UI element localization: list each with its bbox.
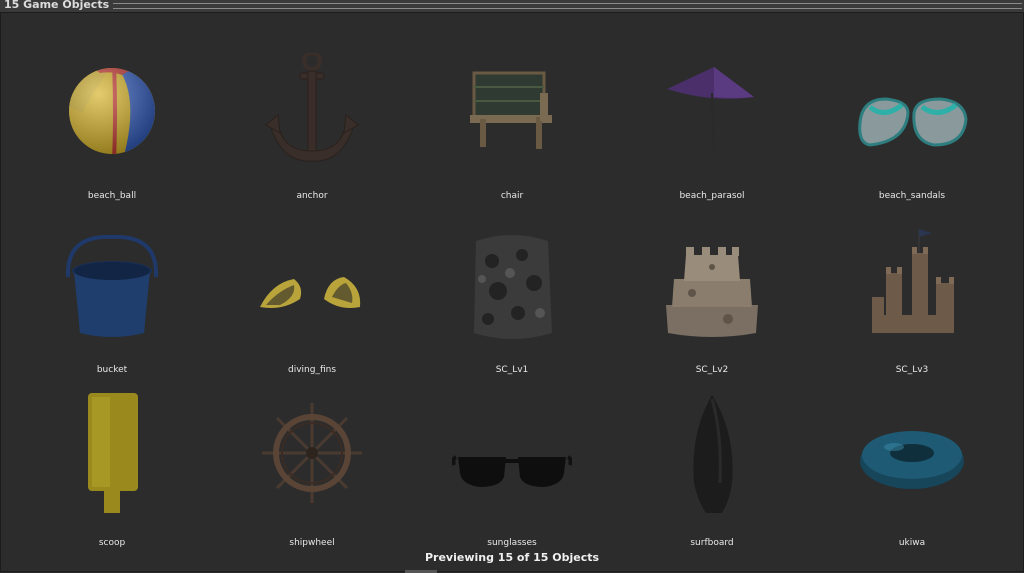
object-tile-ukiwa[interactable]: ukiwa (832, 393, 992, 563)
swim-ring-icon (860, 431, 964, 489)
object-tile-anchor[interactable]: anchor (232, 53, 392, 223)
fins-icon (260, 277, 361, 308)
preview-grid: beach_ball anchor chair beach_parasol be… (0, 12, 1024, 572)
bucket-icon (65, 234, 159, 337)
object-label: SC_Lv1 (495, 365, 529, 375)
parasol-icon (667, 67, 754, 156)
preview-status: Previewing 15 of 15 Objects (424, 551, 600, 564)
object-label: beach_ball (87, 191, 137, 201)
sandals-icon (858, 97, 968, 147)
sunglasses-icon (452, 455, 572, 487)
beach-ball-icon (69, 68, 155, 154)
object-label: ukiwa (898, 538, 926, 548)
object-tile-sc-lv2[interactable]: SC_Lv2 (632, 227, 792, 397)
object-label: sunglasses (487, 538, 537, 548)
object-tile-scoop[interactable]: scoop (32, 393, 192, 563)
object-label: chair (500, 191, 524, 201)
object-tile-chair[interactable]: chair (432, 53, 592, 223)
anchor-icon (265, 53, 359, 162)
object-tile-beach-parasol[interactable]: beach_parasol (632, 53, 792, 223)
object-label: beach_sandals (878, 191, 946, 201)
object-tile-shipwheel[interactable]: shipwheel (232, 393, 392, 563)
sandcastle-lv1-icon (474, 235, 552, 339)
chair-icon (470, 71, 552, 149)
object-tile-sc-lv3[interactable]: SC_Lv3 (832, 227, 992, 397)
titlebar-rule (104, 3, 1022, 9)
object-label: scoop (98, 538, 126, 548)
object-label: beach_parasol (679, 191, 745, 201)
window-titlebar[interactable]: 15 Game Objects (0, 0, 1024, 12)
sandcastle-lv3-icon (872, 229, 954, 333)
object-tile-sc-lv1[interactable]: SC_Lv1 (432, 227, 592, 397)
object-tile-surfboard[interactable]: surfboard (632, 393, 792, 563)
object-label: bucket (96, 365, 128, 375)
object-label: diving_fins (287, 365, 337, 375)
object-label: surfboard (690, 538, 734, 548)
window-title: 15 Game Objects (4, 0, 114, 11)
shipwheel-icon (262, 403, 362, 503)
object-tile-beach-ball[interactable]: beach_ball (32, 53, 192, 223)
surfboard-icon (693, 395, 733, 513)
scoop-icon (88, 393, 138, 513)
object-label: shipwheel (289, 538, 335, 548)
object-label: SC_Lv3 (895, 365, 929, 375)
object-label: anchor (296, 191, 328, 201)
object-tile-sunglasses[interactable]: sunglasses (432, 393, 592, 563)
object-label: SC_Lv2 (695, 365, 729, 375)
sandcastle-lv2-icon (666, 247, 758, 337)
object-tile-beach-sandals[interactable]: beach_sandals (832, 53, 992, 223)
object-tile-bucket[interactable]: bucket (32, 227, 192, 397)
object-tile-diving-fins[interactable]: diving_fins (232, 227, 392, 397)
